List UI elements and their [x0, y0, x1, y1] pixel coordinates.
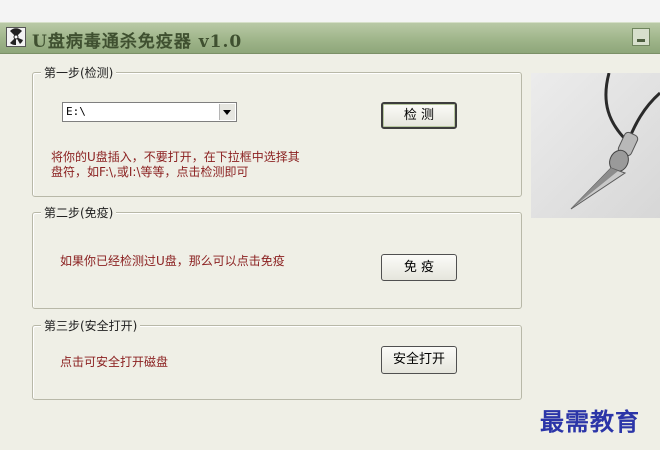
- drive-select-value: E:\: [66, 105, 86, 118]
- app-window: U盘病毒通杀免疫器 v1.0 第一步(检测) E:\ 检 测 将你的U盘插入，不…: [0, 0, 660, 450]
- pendant-illustration: [570, 72, 660, 210]
- top-strip: [0, 0, 660, 22]
- pendant-image: [531, 72, 660, 218]
- app-icon: [6, 27, 26, 47]
- step1-instructions-line2: 盘符，如F:\,或I:\等等，点击检测即可: [51, 165, 249, 179]
- title-bar[interactable]: U盘病毒通杀免疫器 v1.0: [0, 22, 660, 54]
- drive-select[interactable]: E:\: [62, 102, 237, 122]
- step2-description: 如果你已经检测过U盘，那么可以点击免疫: [60, 254, 285, 268]
- window-title: U盘病毒通杀免疫器 v1.0: [32, 32, 243, 52]
- step2-group-title: 第二步(免疫): [41, 204, 117, 221]
- step1-group-title: 第一步(检测): [41, 64, 117, 81]
- step3-group-title: 第三步(安全打开): [41, 317, 141, 334]
- immunize-button[interactable]: 免 疫: [381, 254, 457, 281]
- detect-button[interactable]: 检 测: [381, 102, 457, 129]
- minimize-icon[interactable]: [632, 28, 650, 46]
- step3-description: 点击可安全打开磁盘: [60, 355, 169, 369]
- safe-open-button[interactable]: 安全打开: [381, 346, 457, 374]
- watermark-text: 最需教育: [540, 407, 640, 436]
- dropdown-arrow-icon[interactable]: [219, 104, 235, 120]
